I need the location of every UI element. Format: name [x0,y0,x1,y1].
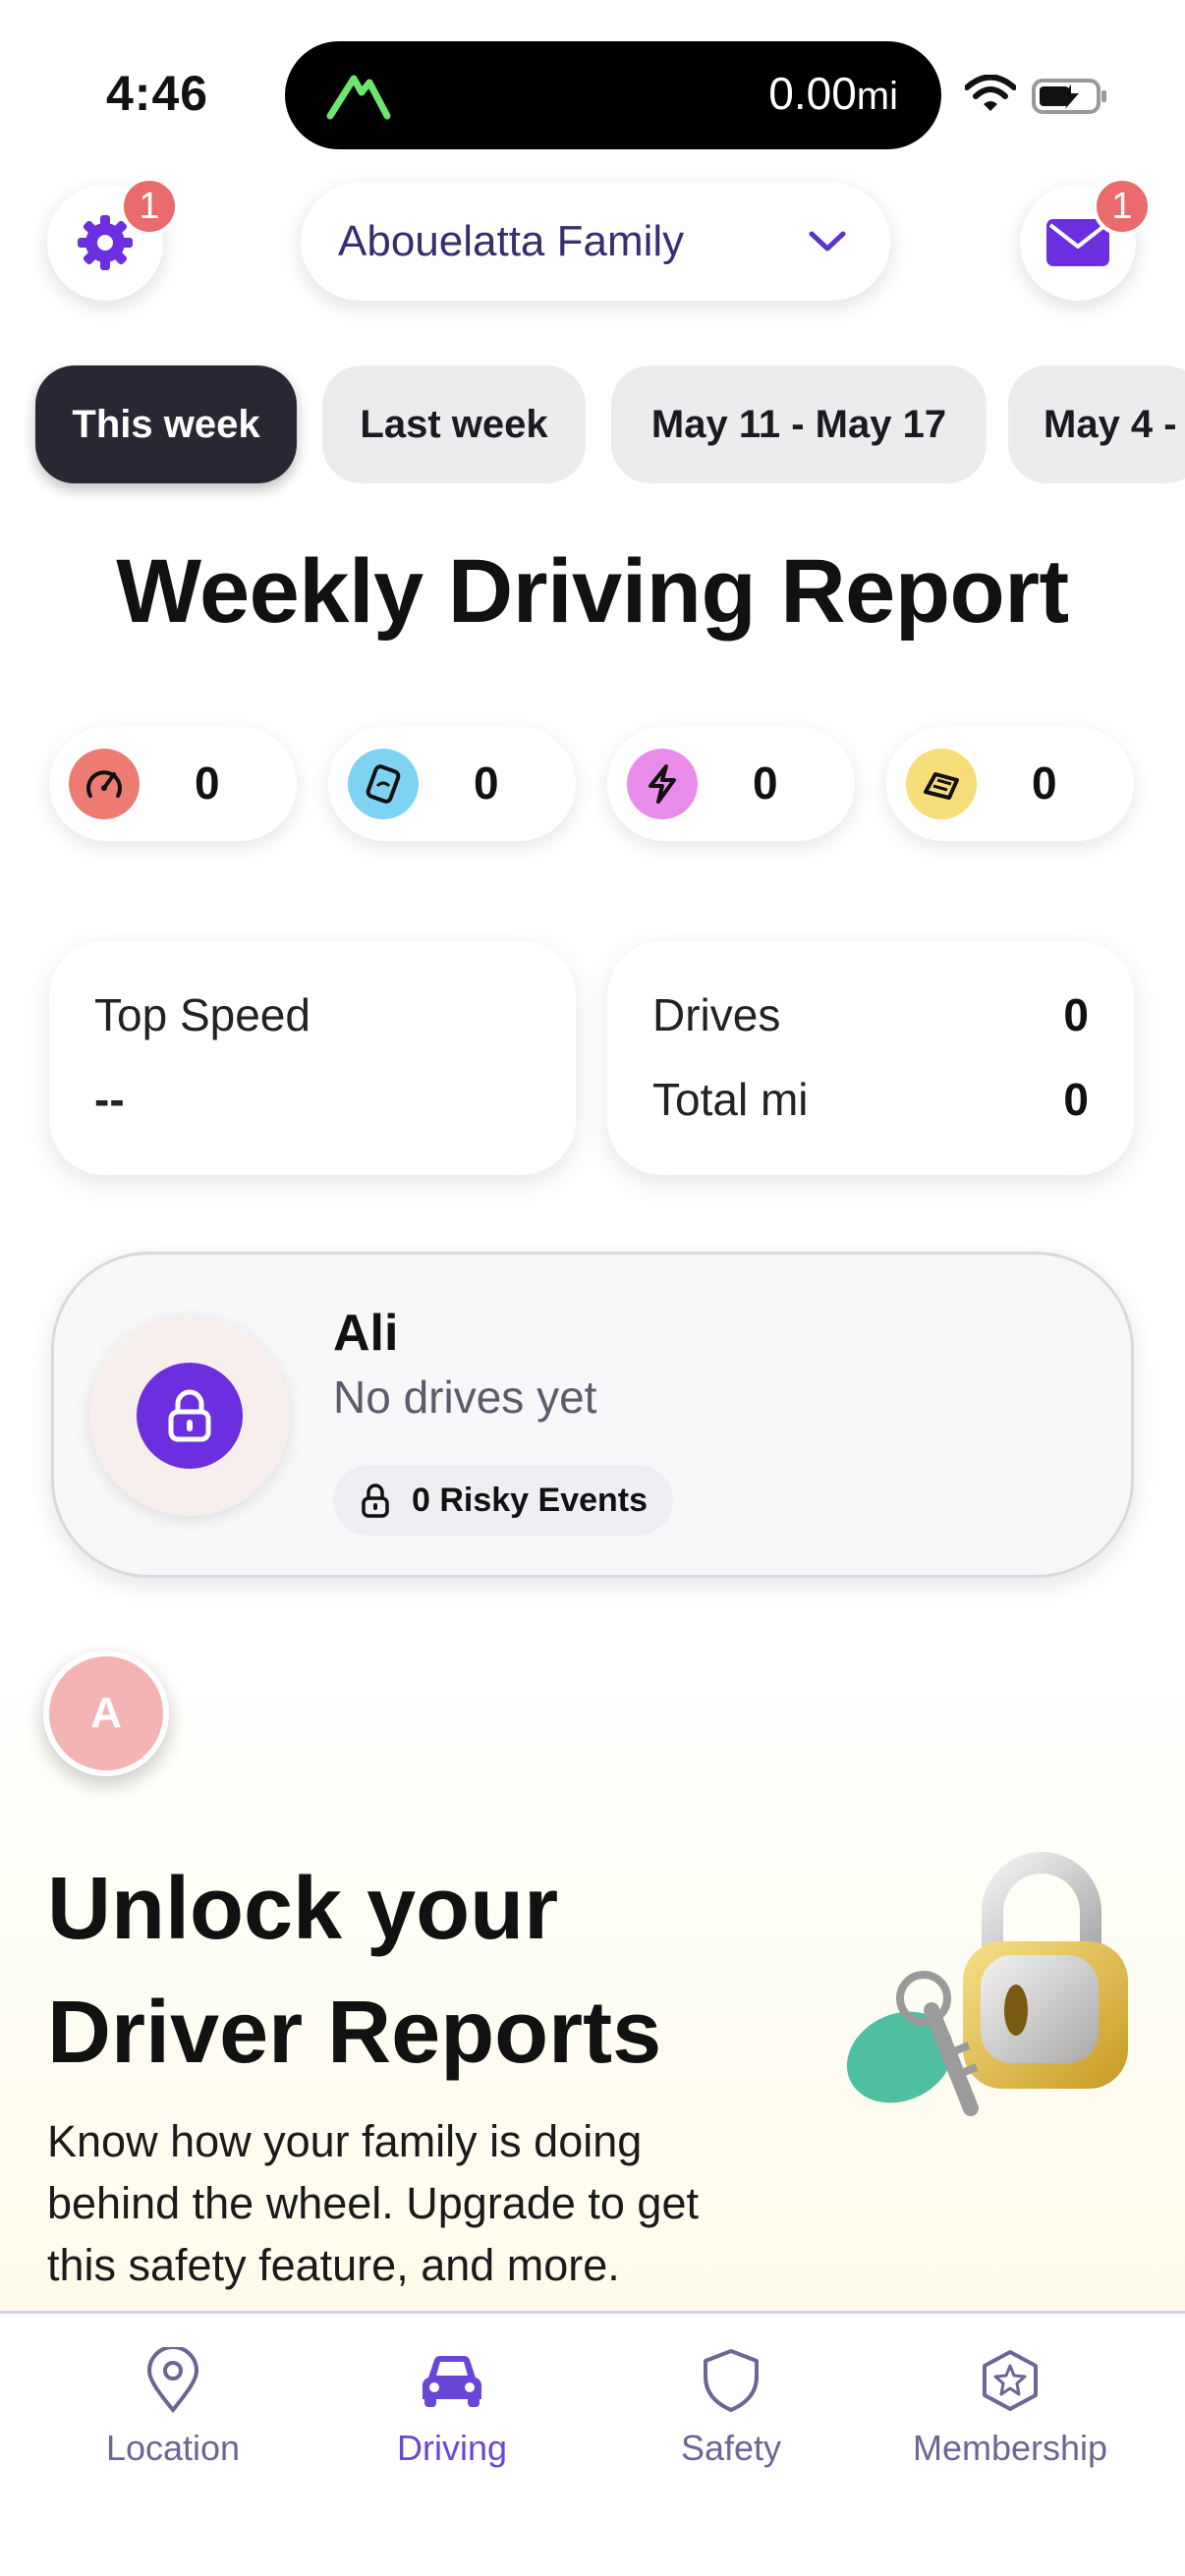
upsell-description: Know how your family is doing behind the… [47,2116,699,2290]
settings-button[interactable]: 1 [47,177,179,301]
tab-may-4[interactable]: May 4 - [1008,365,1185,483]
speeding-events-pill[interactable]: 0 [49,727,297,841]
rapid-acceleration-icon [627,749,698,819]
report-title: Weekly Driving Report [116,541,1069,642]
top-speed-value: -- [94,1074,125,1125]
nav-membership[interactable]: Membership [873,2343,1148,2469]
nav-safety[interactable]: Safety [593,2343,869,2469]
drives-value: 0 [1063,989,1089,1040]
speedometer-icon [69,749,140,819]
nav-membership-label: Membership [912,2428,1108,2468]
acceleration-events-pill[interactable]: 0 [607,727,855,841]
nav-location-label: Location [105,2428,241,2468]
family-name: Abouelatta Family [338,217,685,265]
location-pin-icon [146,2347,199,2414]
acceleration-count: 0 [753,757,778,809]
phone-usage-count: 0 [474,757,499,809]
life360-logo-icon [326,75,391,120]
braking-count: 0 [1032,757,1057,809]
upsell-title: Unlock your Driver Reports [47,1860,662,2082]
braking-events-pill[interactable]: 0 [886,727,1134,841]
phone-usage-icon [348,749,419,819]
wifi-icon [965,75,1016,111]
messages-button[interactable]: 1 [1020,177,1152,301]
nav-driving-label: Driving [396,2428,508,2468]
nav-location[interactable]: Location [35,2343,310,2469]
star-badge-icon [983,2350,1038,2411]
risky-events-label: 0 Risky Events [412,1481,649,1519]
dynamic-island[interactable]: 0.00mi [285,41,941,149]
total-miles-value: 0 [1063,1074,1089,1125]
lock-icon [362,1484,389,1518]
battery-icon [1032,79,1106,114]
status-bar: 4:46 0.00mi [0,0,1185,157]
car-icon [422,2355,482,2407]
driver-lock-badge [89,1316,290,1516]
driver-name: Ali [333,1305,399,1362]
risky-events-chip[interactable]: 0 Risky Events [333,1465,674,1536]
hard-braking-icon [906,749,977,819]
nav-safety-label: Safety [680,2428,782,2468]
driver-status: No drives yet [333,1372,597,1423]
top-speed-card: Top Speed -- [49,941,576,1175]
drives-label: Drives [652,989,781,1040]
tab-this-week[interactable]: This week [35,365,297,483]
chevron-down-icon [809,231,846,252]
status-time: 4:46 [106,66,209,121]
settings-badge: 1 [120,177,179,236]
bottom-nav: Location Driving Safety Membership [0,2311,1185,2576]
tab-may-11-17[interactable]: May 11 - May 17 [611,365,987,483]
speeding-count: 0 [195,757,220,809]
driver-card[interactable]: Ali No drives yet 0 Risky Events [51,1252,1134,1578]
shield-icon [704,2349,759,2412]
mail-badge: 1 [1093,177,1152,236]
trip-distance: 0.00mi [768,68,898,119]
tab-last-week[interactable]: Last week [322,365,586,483]
family-selector[interactable]: Abouelatta Family [301,183,890,301]
total-miles-label: Total mi [652,1074,809,1125]
lock-icon [168,1389,211,1442]
top-speed-label: Top Speed [94,989,310,1040]
phone-usage-events-pill[interactable]: 0 [328,727,576,841]
padlock-keys-illustration [846,1852,1128,2116]
nav-driving[interactable]: Driving [314,2343,590,2469]
drives-card: Drives 0 Total mi 0 [607,941,1134,1175]
avatar[interactable]: A [43,1651,169,1776]
